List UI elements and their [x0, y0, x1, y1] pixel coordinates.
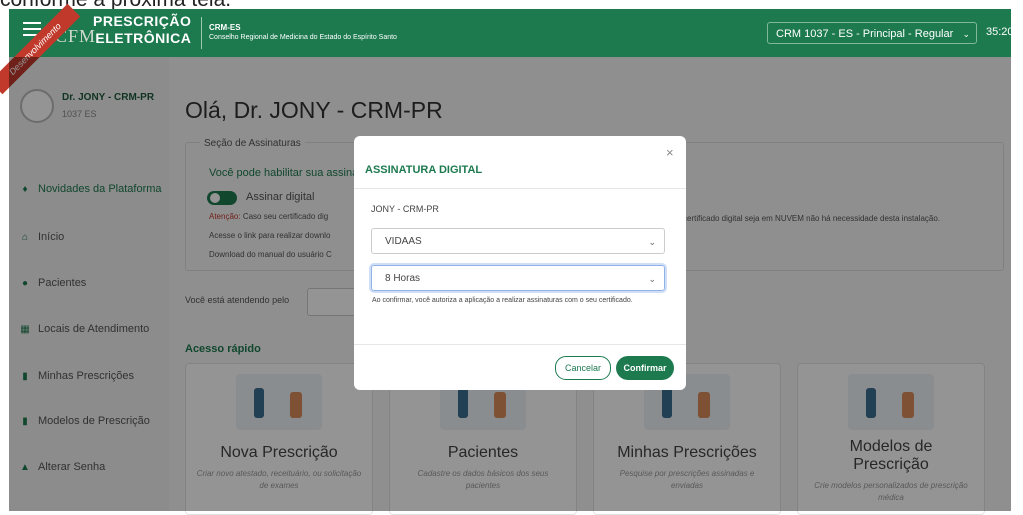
logo-line-2: ELETRÔNICA [95, 30, 192, 46]
provider-select-value: VIDAAS [385, 236, 422, 247]
modal-divider [354, 188, 686, 189]
duration-select-value: 8 Horas [385, 273, 421, 284]
app-logo-title: PRESCRIÇÃO ELETRÔNICA [93, 13, 191, 47]
authorization-note: Ao confirmar, você autoriza a aplicação … [372, 297, 633, 304]
provider-select[interactable]: VIDAAS ⌄ [371, 228, 665, 254]
org-full: Conselho Regional de Medicina do Estado … [209, 34, 397, 41]
crm-select[interactable]: CRM 1037 - ES - Principal - Regular ⌄ [767, 22, 977, 44]
org-info: CRM-ES Conselho Regional de Medicina do … [209, 23, 397, 42]
cancel-button[interactable]: Cancelar [555, 356, 611, 380]
modal-footer-divider [354, 344, 686, 345]
modal-title: ASSINATURA DIGITAL [365, 164, 483, 176]
header-divider [201, 17, 202, 49]
confirm-button[interactable]: Confirmar [616, 356, 674, 380]
org-short: CRM-ES [209, 23, 241, 32]
modal-user: JONY - CRM-PR [371, 204, 439, 214]
logo-line-1: PRESCRIÇÃO [93, 13, 192, 29]
session-timer: 35:20 [986, 26, 1014, 38]
digital-signature-modal: ASSINATURA DIGITAL × JONY - CRM-PR VIDAA… [354, 136, 686, 390]
crm-select-value: CRM 1037 - ES - Principal - Regular [776, 28, 954, 40]
chevron-down-icon: ⌄ [648, 237, 656, 247]
chevron-down-icon: ⌄ [648, 274, 656, 284]
duration-select[interactable]: 8 Horas ⌄ [371, 265, 665, 291]
close-icon[interactable]: × [666, 145, 674, 160]
chevron-down-icon: ⌄ [962, 29, 970, 39]
app-header: CFM PRESCRIÇÃO ELETRÔNICA CRM-ES Conselh… [9, 9, 1014, 57]
